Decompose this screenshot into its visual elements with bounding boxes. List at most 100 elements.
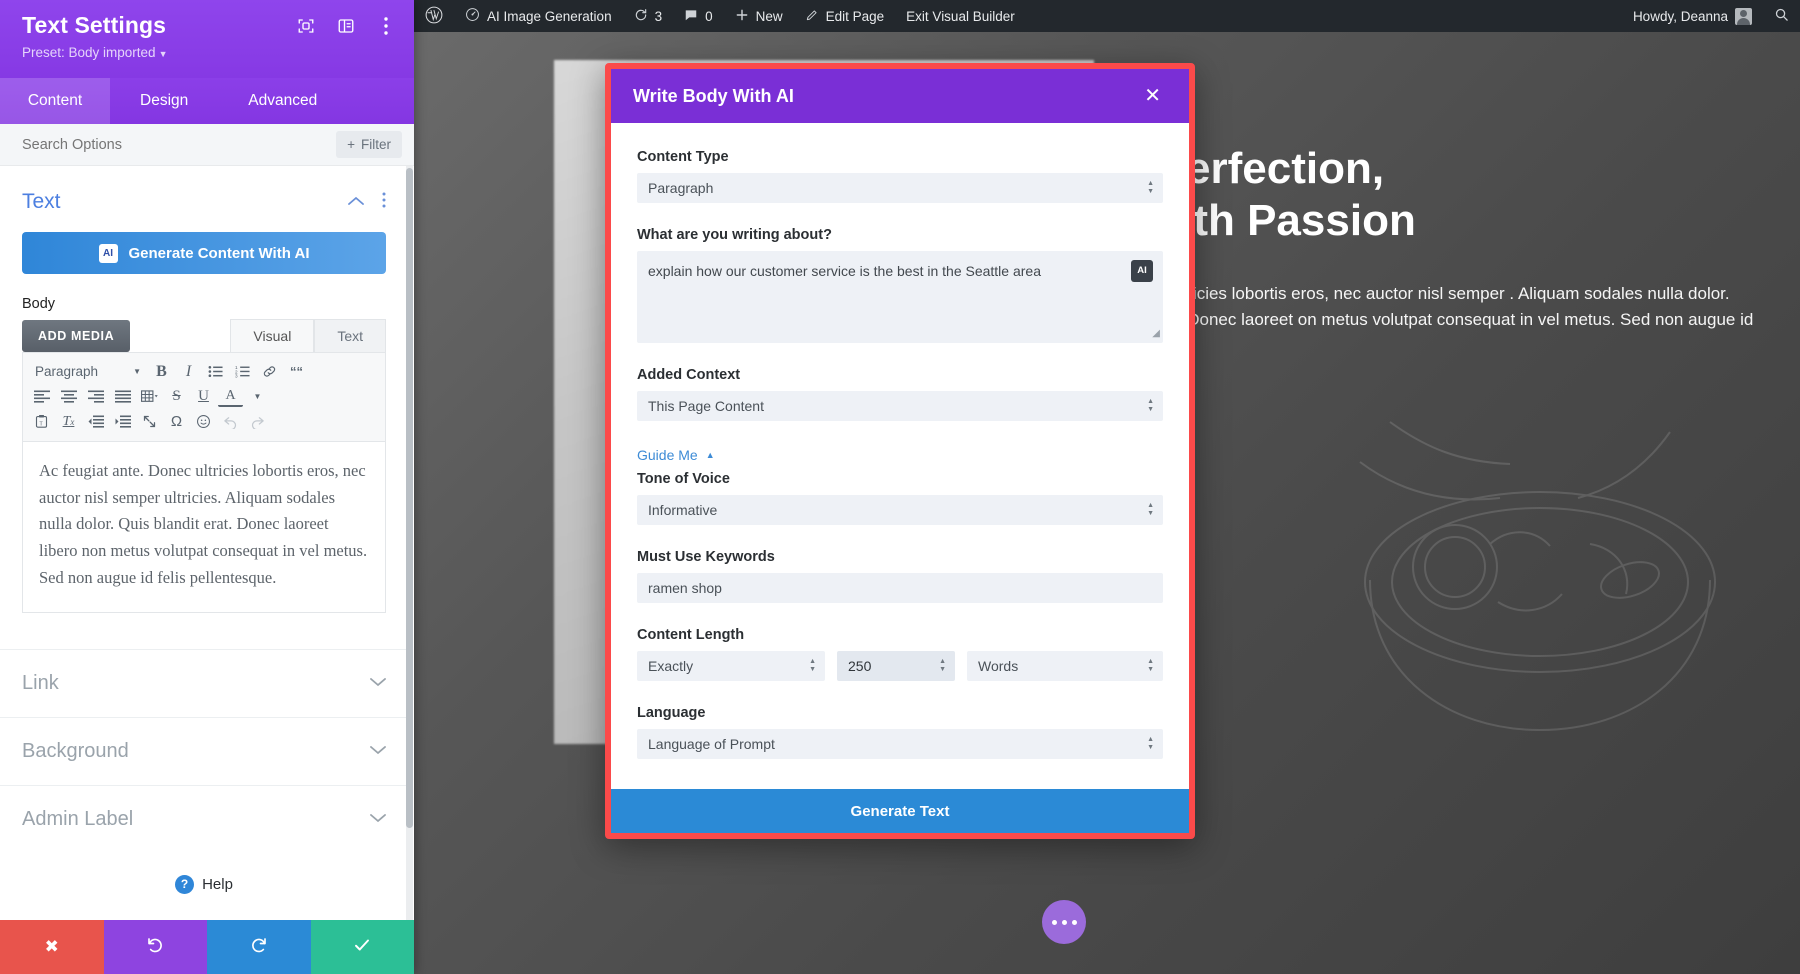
discard-changes-button[interactable]: ✖ xyxy=(0,920,104,974)
link-icon[interactable] xyxy=(257,359,282,384)
add-media-button[interactable]: ADD MEDIA xyxy=(22,320,130,352)
generate-content-with-ai-button[interactable]: AI Generate Content With AI xyxy=(22,232,386,274)
admin-bar-item-comments[interactable]: 0 xyxy=(673,0,724,32)
align-center-icon[interactable] xyxy=(56,384,81,409)
ai-assist-icon[interactable]: AI xyxy=(1131,260,1153,282)
content-length-mode-select[interactable]: Exactly ▲▼ xyxy=(637,651,825,681)
generate-text-button[interactable]: Generate Text xyxy=(611,789,1189,833)
tab-design[interactable]: Design xyxy=(110,78,218,124)
layout-icon[interactable] xyxy=(336,16,356,36)
preset-label: Preset: Body imported xyxy=(22,45,156,60)
redo-button[interactable] xyxy=(207,920,311,974)
admin-bar-item-exit-visual-builder[interactable]: Exit Visual Builder xyxy=(895,0,1026,32)
admin-bar-search-button[interactable] xyxy=(1763,0,1800,32)
align-justify-icon[interactable] xyxy=(110,384,135,409)
undo-button[interactable] xyxy=(104,920,208,974)
admin-bar-howdy[interactable]: Howdy, Deanna xyxy=(1622,0,1763,32)
paste-as-text-icon[interactable]: T xyxy=(29,409,54,434)
text-color-icon[interactable]: A xyxy=(218,387,243,407)
section-link[interactable]: Link xyxy=(0,649,408,717)
page-settings-fab-button[interactable] xyxy=(1042,900,1086,944)
fullscreen-icon[interactable] xyxy=(137,409,162,434)
tab-text[interactable]: Text xyxy=(314,319,386,352)
resize-handle[interactable]: ◢ xyxy=(1152,327,1160,342)
section-background[interactable]: Background xyxy=(0,717,408,785)
svg-text:T: T xyxy=(39,421,43,427)
added-context-select[interactable]: This Page Content ▲▼ xyxy=(637,391,1163,421)
tab-content[interactable]: Content xyxy=(0,78,110,124)
admin-bar-item-updates[interactable]: 3 xyxy=(623,0,674,32)
indent-icon[interactable] xyxy=(110,409,135,434)
outdent-icon[interactable] xyxy=(83,409,108,434)
close-icon: ✖ xyxy=(45,937,59,957)
content-length-mode-value: Exactly xyxy=(648,658,797,674)
content-length-row: Exactly ▲▼ 250 ▲▼ Words ▲▼ xyxy=(637,651,1163,681)
emoji-icon[interactable] xyxy=(191,409,216,434)
content-length-unit-select[interactable]: Words ▲▼ xyxy=(967,651,1163,681)
settings-header-actions xyxy=(296,16,396,36)
underline-icon[interactable]: U xyxy=(191,384,216,409)
settings-panel-header: Text Settings Preset: Body imported▼ xyxy=(0,0,414,78)
number-stepper-icon[interactable]: ▲▼ xyxy=(939,659,946,673)
text-section-title: Text xyxy=(22,190,330,214)
table-icon[interactable] xyxy=(137,384,162,409)
guide-me-toggle[interactable]: Guide Me ▲ xyxy=(637,447,715,463)
redo-icon[interactable] xyxy=(245,409,270,434)
close-icon[interactable]: ✕ xyxy=(1138,82,1167,110)
help-label: Help xyxy=(202,876,233,893)
wp-logo-button[interactable] xyxy=(414,0,454,32)
preset-selector[interactable]: Preset: Body imported▼ xyxy=(22,45,392,60)
chevron-down-icon: ▼ xyxy=(133,367,141,376)
added-context-label: Added Context xyxy=(637,367,1163,383)
search-input[interactable] xyxy=(22,137,336,153)
editor-toolbar: Paragraph ▼ B I 123 xyxy=(22,352,386,442)
special-character-icon[interactable]: Ω xyxy=(164,409,189,434)
blockquote-icon[interactable]: ““ xyxy=(284,359,309,384)
tone-of-voice-value: Informative xyxy=(648,502,1135,518)
chevron-down-icon xyxy=(370,742,386,760)
paragraph-format-select[interactable]: Paragraph ▼ xyxy=(29,359,147,384)
language-select[interactable]: Language of Prompt ▲▼ xyxy=(637,729,1163,759)
admin-bar-item-new[interactable]: New xyxy=(724,0,794,32)
clear-formatting-icon[interactable]: Tx xyxy=(56,409,81,434)
editor-top-row: ADD MEDIA Visual Text xyxy=(22,319,386,352)
tone-of-voice-select[interactable]: Informative ▲▼ xyxy=(637,495,1163,525)
bold-icon[interactable]: B xyxy=(149,359,174,384)
admin-bar-item-ai-image-generation[interactable]: AI Image Generation xyxy=(454,0,623,32)
scrollbar-thumb[interactable] xyxy=(406,168,413,828)
body-field-label: Body xyxy=(22,296,386,312)
must-use-keywords-input[interactable]: ramen shop xyxy=(637,573,1163,603)
body-content-editor[interactable]: Ac feugiat ante. Donec ultricies loborti… xyxy=(22,442,386,613)
more-vertical-icon[interactable] xyxy=(376,16,396,36)
focus-icon[interactable] xyxy=(296,16,316,36)
chevron-down-icon[interactable]: ▼ xyxy=(245,384,270,409)
bulleted-list-icon[interactable] xyxy=(203,359,228,384)
numbered-list-icon[interactable]: 123 xyxy=(230,359,255,384)
settings-scrollbar[interactable] xyxy=(406,166,413,920)
more-vertical-icon[interactable] xyxy=(382,192,386,213)
strikethrough-icon[interactable]: S xyxy=(164,384,189,409)
align-left-icon[interactable] xyxy=(29,384,54,409)
align-right-icon[interactable] xyxy=(83,384,108,409)
help-button[interactable]: ? Help xyxy=(0,853,408,894)
comment-icon xyxy=(684,8,698,25)
chevron-up-icon[interactable] xyxy=(348,193,364,211)
prompt-textarea[interactable]: explain how our customer service is the … xyxy=(637,251,1163,343)
section-admin-label[interactable]: Admin Label xyxy=(0,785,408,853)
content-type-value: Paragraph xyxy=(648,180,1135,196)
save-button[interactable] xyxy=(311,920,415,974)
chevron-updown-icon: ▲▼ xyxy=(1147,181,1154,195)
plus-icon xyxy=(735,8,749,25)
tab-advanced[interactable]: Advanced xyxy=(218,78,347,124)
tab-visual[interactable]: Visual xyxy=(230,319,314,352)
content-type-select[interactable]: Paragraph ▲▼ xyxy=(637,173,1163,203)
content-length-amount-input[interactable]: 250 ▲▼ xyxy=(837,651,955,681)
chevron-down-icon xyxy=(370,810,386,828)
filter-button[interactable]: + Filter xyxy=(336,131,402,158)
more-horizontal-icon-dot xyxy=(1062,920,1067,925)
italic-icon[interactable]: I xyxy=(176,359,201,384)
content-length-label: Content Length xyxy=(637,627,1163,643)
admin-bar-item-edit-page[interactable]: Edit Page xyxy=(794,0,896,32)
toolbar-row-1: Paragraph ▼ B I 123 xyxy=(29,359,379,384)
undo-icon[interactable] xyxy=(218,409,243,434)
